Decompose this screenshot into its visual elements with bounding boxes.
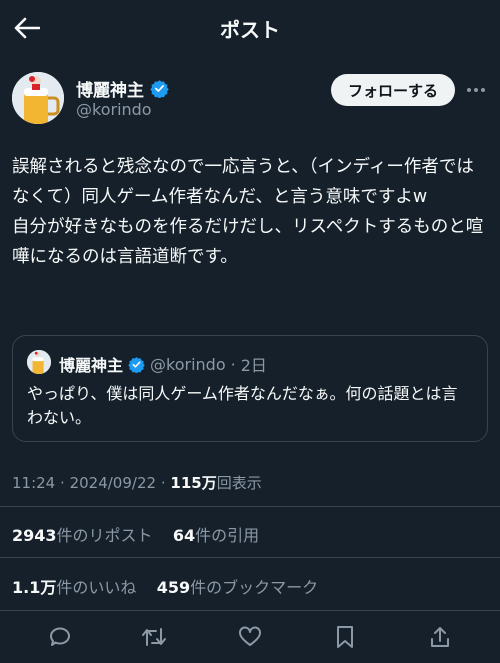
post-date: 2024/09/22	[69, 474, 157, 492]
repost-icon	[142, 628, 166, 646]
quote-author-handle: @korindo	[150, 354, 226, 374]
bookmark-button[interactable]	[332, 624, 358, 650]
quote-author-name: 博麗神主	[59, 356, 124, 375]
beer-mug-avatar-image	[12, 72, 64, 124]
quoted-post[interactable]: 博麗神主 @korindo · 2日 やっぱり、僕は同人ゲーム作者なんだなぁ。何…	[12, 335, 488, 442]
author-name-row[interactable]: 博麗神主	[76, 76, 169, 101]
author-name[interactable]: 博麗神主	[76, 76, 144, 101]
top-bar: ポスト	[0, 0, 500, 56]
view-label: 回表示	[216, 474, 262, 492]
repost-button[interactable]	[141, 624, 167, 650]
likes-label: 件のいいね	[56, 578, 137, 597]
post-text: 誤解されると残念なので一応言うと、（インディー作者ではなくて）同人ゲーム作者なん…	[12, 157, 484, 267]
bookmarks-count: 459	[156, 578, 191, 597]
quotes-link[interactable]: 64件の引用	[173, 526, 259, 545]
action-bar	[0, 620, 500, 654]
likes-link[interactable]: 1.1万件のいいね	[12, 578, 136, 597]
more-horizontal-icon	[467, 88, 485, 92]
verified-badge-icon	[128, 356, 145, 373]
quotes-count: 64	[172, 526, 196, 545]
quote-time: 2日	[240, 356, 267, 375]
post-time: 11:24	[12, 474, 56, 492]
author-handle[interactable]: @korindo	[76, 100, 152, 119]
divider	[0, 506, 500, 507]
view-count: 115万	[170, 474, 217, 492]
beer-mug-avatar-image	[27, 350, 51, 374]
reposts-count: 2943	[12, 526, 57, 545]
quote-text: やっぱり、僕は同人ゲーム作者なんだなぁ。何の話題とは言わない。	[27, 384, 458, 427]
meta-separator-2: ·	[160, 474, 166, 492]
stats-row-1: 2943件のリポスト 64件の引用	[12, 522, 259, 546]
quotes-label: 件の引用	[195, 526, 260, 545]
bookmarks-link[interactable]: 459件のブックマーク	[157, 578, 318, 597]
bookmark-icon	[337, 626, 353, 648]
avatar[interactable]	[12, 72, 64, 124]
post-metadata: 11:24 · 2024/09/22 · 115万回表示	[12, 472, 262, 493]
like-icon	[239, 626, 261, 646]
bookmarks-label: 件のブックマーク	[190, 578, 319, 597]
verified-badge-icon	[150, 80, 169, 98]
follow-button[interactable]: フォローする	[331, 74, 455, 106]
divider	[0, 557, 500, 558]
meta-separator: ·	[60, 474, 65, 492]
quote-header: 博麗神主 @korindo · 2日	[59, 352, 267, 376]
more-options-button[interactable]	[464, 78, 488, 102]
reposts-link[interactable]: 2943件のリポスト	[12, 526, 153, 545]
share-button[interactable]	[427, 624, 453, 650]
quote-separator: ·	[230, 354, 236, 374]
reply-icon	[50, 627, 70, 646]
like-button[interactable]	[237, 624, 263, 650]
stats-row-2: 1.1万件のいいね 459件のブックマーク	[12, 574, 318, 598]
reply-button[interactable]	[47, 624, 73, 650]
divider	[0, 610, 500, 611]
quote-avatar	[27, 350, 51, 374]
reposts-label: 件のリポスト	[56, 526, 153, 545]
page-title: ポスト	[220, 18, 280, 42]
likes-count: 1.1万	[12, 578, 57, 597]
share-icon	[431, 627, 449, 647]
